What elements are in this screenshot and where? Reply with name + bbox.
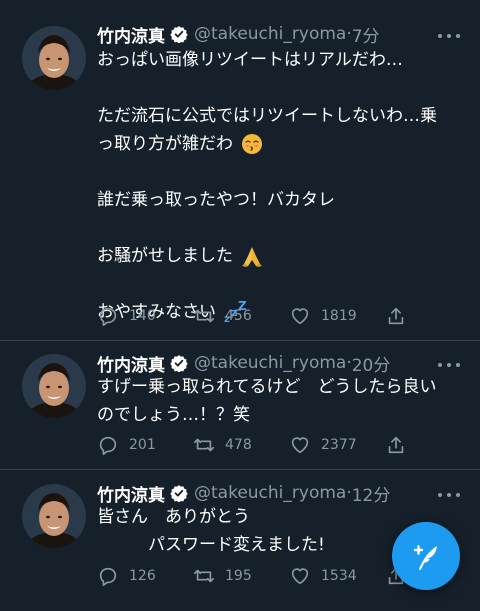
reply-button[interactable]: 201 — [97, 434, 193, 456]
compose-tweet-button[interactable] — [392, 522, 460, 590]
retweet-icon — [194, 438, 214, 452]
heart-icon — [291, 568, 309, 585]
tweet-line: 皆さん ありがとう — [97, 507, 250, 527]
author-handle[interactable]: @takeuchi_ryoma — [194, 483, 346, 503]
retweet-count: 195 — [225, 568, 252, 584]
kissing-face-emoji-icon — [242, 134, 263, 154]
retweet-button[interactable]: 195 — [193, 565, 289, 587]
retweet-icon — [194, 309, 214, 323]
tweet[interactable]: 竹内涼真 @takeuchi_ryoma · 20分 すげー乗っ取られてるけど … — [0, 341, 480, 469]
tweet-line: のでしょう…！？笑 — [97, 405, 250, 425]
like-count: 1819 — [321, 308, 357, 324]
reply-button[interactable]: 126 — [97, 565, 193, 587]
tweet-line: ただ流石に公式ではリツイートしないわ…乗 — [97, 106, 437, 126]
tweet-actions: 201 478 2377 — [97, 433, 417, 457]
tweet-line: お騒がせしました — [97, 242, 457, 270]
avatar[interactable] — [22, 354, 86, 418]
tweet-actions: 140 456 1819 — [97, 304, 417, 328]
tweet-line: っ取り方が雑だわ — [97, 130, 457, 158]
retweet-button[interactable]: 456 — [193, 305, 289, 327]
like-button[interactable]: 1819 — [289, 305, 385, 327]
tweet-line: 誰だ乗っ取ったやつ！バカタレ — [97, 190, 335, 210]
reply-count: 140 — [129, 308, 156, 324]
heart-icon — [291, 437, 309, 454]
author-name[interactable]: 竹内涼真 — [97, 481, 165, 506]
retweet-button[interactable]: 478 — [193, 434, 289, 456]
author-name[interactable]: 竹内涼真 — [97, 22, 165, 47]
verified-badge-icon — [170, 355, 188, 372]
heart-icon — [291, 308, 309, 325]
tweet-time[interactable]: 7分 — [352, 22, 380, 47]
tweet-header: 竹内涼真 @takeuchi_ryoma · 20分 — [97, 351, 391, 376]
reply-count: 126 — [129, 568, 156, 584]
tweet-time[interactable]: 12分 — [352, 481, 391, 506]
share-button[interactable] — [385, 305, 417, 327]
share-icon — [388, 436, 404, 454]
tweet-time[interactable]: 20分 — [352, 351, 391, 376]
folded-hands-emoji-icon — [242, 247, 263, 267]
more-icon[interactable] — [438, 491, 460, 499]
avatar[interactable] — [22, 484, 86, 548]
retweet-icon — [194, 569, 214, 583]
more-icon[interactable] — [438, 32, 460, 40]
tweet-actions: 126 195 1534 — [97, 564, 417, 588]
reply-icon — [99, 307, 117, 326]
reply-count: 201 — [129, 437, 156, 453]
share-icon — [388, 307, 404, 325]
author-handle[interactable]: @takeuchi_ryoma — [194, 353, 346, 373]
tweet-text: すげー乗っ取られてるけど どうしたら良い のでしょう…！？笑 — [97, 373, 457, 429]
tweet-header: 竹内涼真 @takeuchi_ryoma · 7分 — [97, 22, 380, 47]
tweet-line: すげー乗っ取られてるけど どうしたら良い — [97, 377, 437, 397]
retweet-count: 456 — [225, 308, 252, 324]
like-count: 1534 — [321, 568, 357, 584]
compose-tweet-icon — [413, 545, 437, 570]
like-count: 2377 — [321, 437, 357, 453]
more-icon[interactable] — [438, 361, 460, 369]
like-button[interactable]: 2377 — [289, 434, 385, 456]
tweet-header: 竹内涼真 @takeuchi_ryoma · 12分 — [97, 481, 391, 506]
reply-icon — [99, 567, 117, 586]
avatar[interactable] — [22, 26, 86, 90]
reply-icon — [99, 436, 117, 455]
tweet-line: おっぱい画像リツイートはリアルだわ… — [97, 50, 403, 70]
verified-badge-icon — [170, 485, 188, 502]
tweet-text: おっぱい画像リツイートはリアルだわ… ただ流石に公式ではリツイートしないわ…乗 … — [97, 46, 457, 326]
retweet-count: 478 — [225, 437, 252, 453]
verified-badge-icon — [170, 26, 188, 43]
reply-button[interactable]: 140 — [97, 305, 193, 327]
share-button[interactable] — [385, 434, 417, 456]
author-handle[interactable]: @takeuchi_ryoma — [194, 24, 346, 44]
author-name[interactable]: 竹内涼真 — [97, 351, 165, 376]
like-button[interactable]: 1534 — [289, 565, 385, 587]
tweet[interactable]: 竹内涼真 @takeuchi_ryoma · 7分 おっぱい画像リツイートはリア… — [0, 0, 480, 340]
